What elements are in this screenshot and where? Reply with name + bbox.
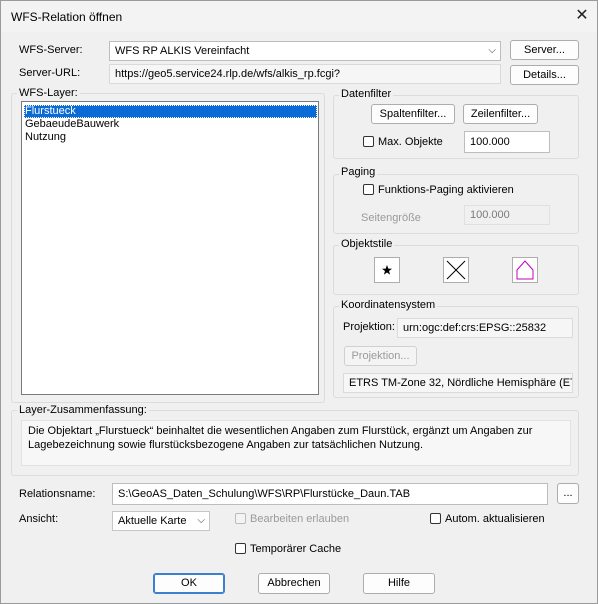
window-title: WFS-Relation öffnen xyxy=(11,10,123,24)
dialog-window: WFS-Relation öffnen ✕ WFS-Server: WFS RP… xyxy=(0,0,598,604)
layer-item-nutzung[interactable]: Nutzung xyxy=(24,131,317,144)
temp-cache-checkbox[interactable] xyxy=(235,543,246,554)
paging-title: Paging xyxy=(339,166,378,178)
wfs-server-label: WFS-Server: xyxy=(19,44,83,56)
spaltenfilter-button[interactable]: Spaltenfilter... xyxy=(371,104,455,124)
server-button[interactable]: Server... xyxy=(510,40,579,60)
autom-aktualisieren-checkbox[interactable] xyxy=(430,513,441,524)
paging-group xyxy=(333,174,579,234)
wfs-layer-list[interactable]: Flurstueck GebaeudeBauwerk Nutzung xyxy=(21,101,319,395)
max-objekte-checkbox[interactable] xyxy=(363,136,374,147)
max-objekte-input[interactable]: 100.000 xyxy=(464,131,550,153)
ansicht-label: Ansicht: xyxy=(19,513,59,525)
cancel-button[interactable]: Abbrechen xyxy=(258,573,330,594)
ansicht-select[interactable]: Aktuelle Karte ⌵ xyxy=(112,511,210,531)
koordinaten-title: Koordinatensystem xyxy=(339,299,438,311)
server-url-field: https://geo5.service24.rlp.de/wfs/alkis_… xyxy=(109,64,501,84)
title-bar: WFS-Relation öffnen ✕ xyxy=(1,1,597,32)
bearbeiten-label: Bearbeiten erlauben xyxy=(250,513,350,525)
cross-line-style-icon[interactable] xyxy=(443,257,469,283)
bearbeiten-checkbox[interactable] xyxy=(235,513,246,524)
wfs-server-value: WFS RP ALKIS Vereinfacht xyxy=(115,45,250,57)
chevron-down-icon: ⌵ xyxy=(488,45,496,56)
layer-item-flurstueck[interactable]: Flurstueck xyxy=(24,105,317,118)
summary-title: Layer-Zusammenfassung: xyxy=(17,404,149,416)
close-icon[interactable]: ✕ xyxy=(569,5,595,27)
seitengroesse-input[interactable]: 100.000 xyxy=(464,205,550,225)
details-button[interactable]: Details... xyxy=(510,65,579,85)
projektion-label: Projektion: xyxy=(343,321,395,333)
seitengroesse-label: Seitengröße xyxy=(361,212,421,224)
wfs-server-select[interactable]: WFS RP ALKIS Vereinfacht ⌵ xyxy=(109,41,501,61)
autom-aktualisieren-label: Autom. aktualisieren xyxy=(445,513,545,525)
layer-item-gebaeudebauwerk[interactable]: GebaeudeBauwerk xyxy=(24,118,317,131)
relationsname-label: Relationsname: xyxy=(19,488,96,500)
help-button[interactable]: Hilfe xyxy=(363,573,435,594)
crs-description-field: ETRS TM-Zone 32, Nördliche Hemisphäre (E… xyxy=(343,373,573,393)
zeilenfilter-button[interactable]: Zeilenfilter... xyxy=(463,104,538,124)
server-url-label: Server-URL: xyxy=(19,67,81,79)
temp-cache-label: Temporärer Cache xyxy=(250,543,342,555)
summary-text: Die Objektart „Flurstueck“ beinhaltet di… xyxy=(21,420,571,466)
paging-checkbox[interactable] xyxy=(363,184,374,195)
ansicht-value: Aktuelle Karte xyxy=(118,515,187,527)
objektstile-title: Objektstile xyxy=(339,238,395,250)
chevron-down-icon: ⌵ xyxy=(197,515,205,526)
datenfilter-title: Datenfilter xyxy=(339,88,394,100)
polygon-area-style-icon[interactable] xyxy=(512,257,538,283)
ok-button[interactable]: OK xyxy=(153,573,225,594)
max-objekte-label: Max. Objekte xyxy=(378,136,443,148)
wfs-layer-title: WFS-Layer: xyxy=(17,87,80,99)
projektion-field: urn:ogc:def:crs:EPSG::25832 xyxy=(397,318,573,338)
paging-label: Funktions-Paging aktivieren xyxy=(378,184,514,196)
browse-button[interactable]: ... xyxy=(557,483,579,504)
relationsname-input[interactable]: S:\GeoAS_Daten_Schulung\WFS\RP\Flurstück… xyxy=(112,483,548,505)
projektion-button[interactable]: Projektion... xyxy=(344,346,417,366)
star-point-style-icon[interactable] xyxy=(374,257,400,283)
